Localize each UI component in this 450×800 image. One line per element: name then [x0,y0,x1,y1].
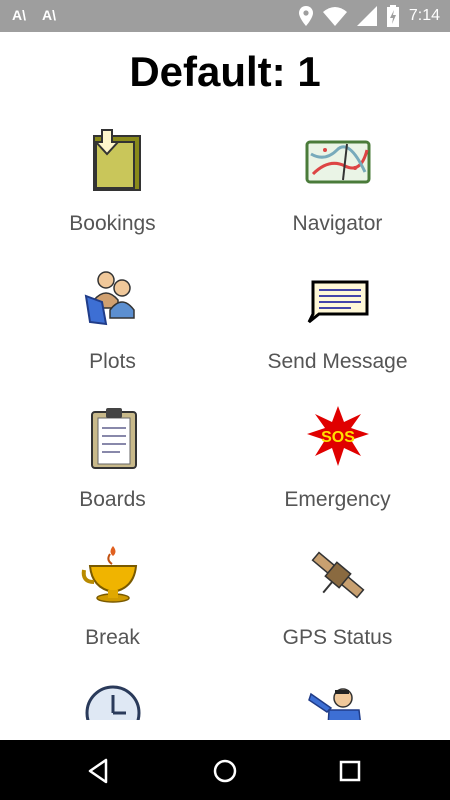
clock-icon [85,685,141,720]
cellular-signal-icon [356,6,377,26]
recents-icon[interactable] [335,756,365,786]
menu-item-label: GPS Status [282,626,393,649]
battery-charging-icon [386,5,399,27]
menu-item-label: Plots [89,350,136,373]
menu-item-boards[interactable]: Boards [0,394,225,532]
menu-grid: Bookings Navigator Plots Send Message Bo… [0,118,450,720]
message-icon [307,280,369,324]
people-group-icon [84,271,135,326]
page-title: Default: 1 [129,48,321,95]
status-time: 7:14 [408,7,440,24]
menu-item-send-message[interactable]: Send Message [225,256,450,394]
status-bar: A\ A\ 7:14 [0,0,450,32]
menu-item-label: Send Message [267,350,408,373]
menu-item-break[interactable]: Break [0,532,225,670]
menu-item-bookings[interactable]: Bookings [0,118,225,256]
menu-item-label: Bookings [69,212,156,235]
map-icon [305,140,371,184]
sos-icon: SOS [307,406,369,466]
menu-item-person[interactable] [225,670,450,720]
svg-text:SOS: SOS [321,429,355,446]
menu-item-emergency[interactable]: SOS Emergency [225,394,450,532]
svg-text:A\: A\ [42,7,56,23]
svg-text:A\: A\ [12,7,26,23]
menu-item-gps-status[interactable]: GPS Status [225,532,450,670]
navigation-bar [0,740,450,800]
menu-item-plots[interactable]: Plots [0,256,225,394]
notification-a-icon: A\ [12,7,26,23]
clipboard-icon [91,408,137,469]
menu-item-label: Navigator [292,212,383,235]
satellite-icon [311,551,365,599]
wifi-icon [322,7,347,26]
cup-icon [81,546,138,603]
menu-item-label: Break [85,626,140,649]
back-icon[interactable] [84,756,114,786]
bookings-icon [93,129,141,191]
waving-person-icon [308,688,361,720]
menu-item-navigator[interactable]: Navigator [225,118,450,256]
menu-item-clock[interactable] [0,670,225,720]
home-icon[interactable] [210,756,240,786]
menu-item-label: Boards [79,488,146,511]
location-icon [298,6,313,26]
notification-a-icon: A\ [42,7,56,23]
menu-item-label: Emergency [284,488,391,511]
